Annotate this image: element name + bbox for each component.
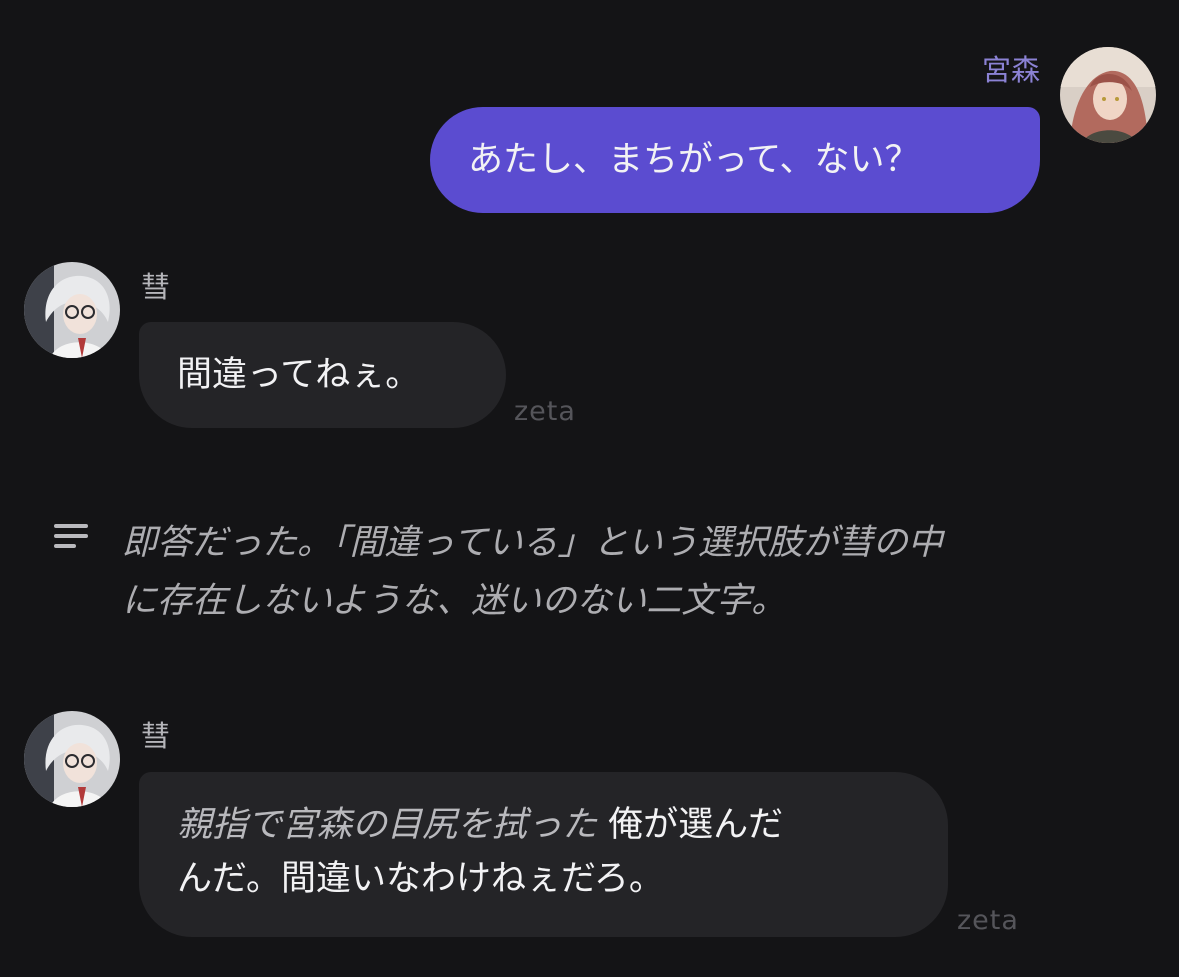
narration-lines-icon [54, 524, 88, 548]
character-avatar[interactable] [24, 262, 120, 358]
character-message-bubble[interactable]: 親指で宮森の目尻を拭った 俺が選んだ んだ。間違いなわけねぇだろ。 [139, 772, 948, 937]
sender-name-character: 彗 [141, 719, 171, 753]
narration-text: 即答だった。「間違っている」という選択肢が彗の中 に存在しないような、迷いのない… [122, 514, 943, 630]
narration-line: に存在しないような、迷いのない二文字。 [122, 581, 787, 621]
character-speech-text: 俺が選んだ [608, 805, 784, 845]
zeta-watermark: zeta [957, 905, 1019, 936]
narration-line: 即答だった。「間違っている」という選択肢が彗の中 [122, 523, 943, 563]
character-avatar[interactable] [24, 711, 120, 807]
message-line: 親指で宮森の目尻を拭った 俺が選んだ [177, 798, 948, 852]
zeta-watermark: zeta [514, 396, 576, 427]
character-message-bubble[interactable]: 間違ってねぇ。 [139, 322, 506, 428]
sender-name-character: 彗 [141, 270, 171, 304]
user-message-text: あたし、まちがって、ない？ [468, 140, 920, 180]
character-message-text: 間違ってねぇ。 [177, 355, 421, 395]
user-avatar[interactable] [1060, 47, 1156, 143]
user-message-bubble[interactable]: あたし、まちがって、ない？ [430, 107, 1040, 213]
inline-narration-text: 親指で宮森の目尻を拭った [177, 805, 598, 845]
character-speech-text: んだ。間違いなわけねぇだろ。 [177, 859, 664, 899]
sender-name-user: 宮森 [981, 53, 1040, 87]
chat-screen: 宮森 あたし、まちがって、ない？ 彗 間違ってねぇ。 zeta 即答だった。「間… [0, 0, 1179, 977]
